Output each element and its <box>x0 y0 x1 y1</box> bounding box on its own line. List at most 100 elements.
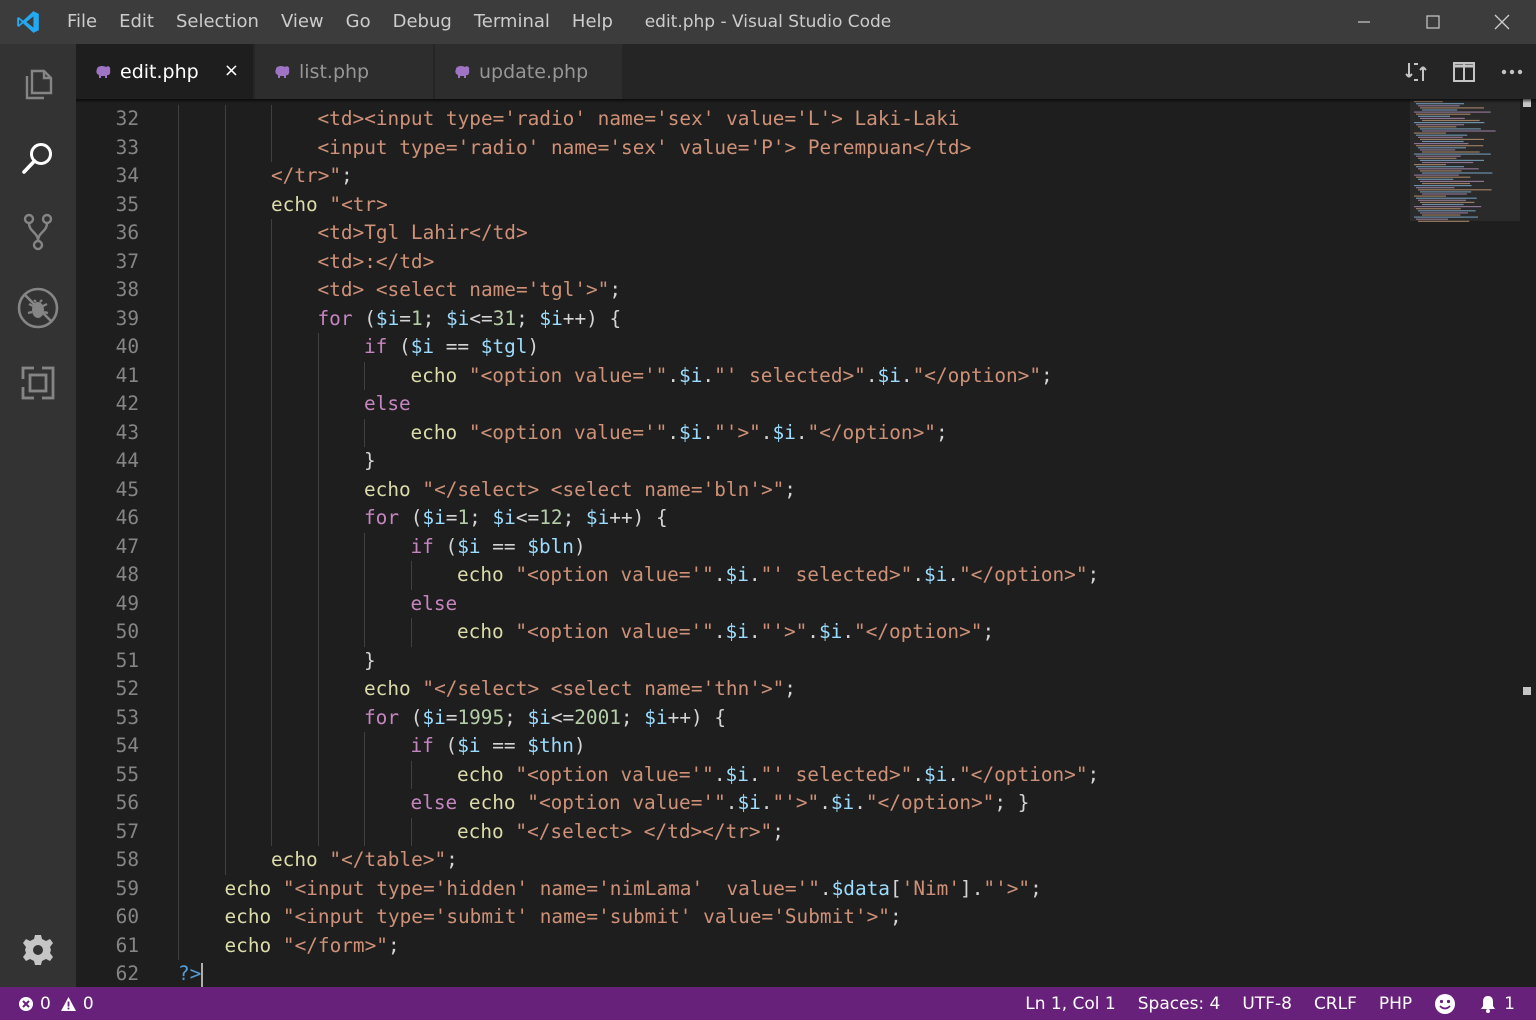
tab-edit-php[interactable]: edit.php × <box>76 44 254 99</box>
window-controls <box>1329 0 1536 44</box>
line-number: 36 <box>115 221 139 244</box>
editor-scrollbar[interactable] <box>1522 99 1536 987</box>
notifications-button[interactable]: 1 <box>1467 987 1526 1020</box>
minimap-line <box>1420 117 1465 119</box>
code-line[interactable]: 35 echo "<tr> <box>76 190 1396 219</box>
menu-selection[interactable]: Selection <box>165 0 270 44</box>
code-token: ; <box>620 705 645 729</box>
code-line[interactable]: 37 <td>:</td> <box>76 247 1396 276</box>
indent-guide <box>271 333 272 362</box>
more-actions-button[interactable] <box>1488 44 1536 99</box>
tab-list-php[interactable]: list.php <box>255 44 434 99</box>
code-line[interactable]: 34 </tr>"; <box>76 162 1396 191</box>
feedback-button[interactable] <box>1423 987 1467 1020</box>
code-line[interactable]: 46 for ($i=1; $i<=12; $i++) { <box>76 504 1396 533</box>
maximize-button[interactable] <box>1398 0 1467 44</box>
minimap[interactable] <box>1410 99 1520 229</box>
code-token: . <box>667 420 680 444</box>
code-line[interactable]: 62 ?> <box>76 960 1396 987</box>
code-token: . <box>854 791 866 814</box>
minimap-line <box>1416 218 1448 220</box>
php-file-icon <box>94 65 112 79</box>
code-text: ?> <box>178 960 204 987</box>
menu-edit[interactable]: Edit <box>108 0 165 44</box>
menu-file[interactable]: File <box>56 0 108 44</box>
minimap-line <box>1420 107 1484 109</box>
code-line[interactable]: 51} <box>76 646 1396 675</box>
code-token: "<option value='" <box>515 563 714 586</box>
indent-guide <box>224 190 226 219</box>
code-line[interactable]: 47 if ($i == $bln) <box>76 532 1396 561</box>
code-line[interactable]: 56 else echo "<option value='".$i."'>".$i… <box>76 789 1396 818</box>
tab-close-button[interactable]: × <box>224 60 239 81</box>
code-line[interactable]: 38 <td> <select name='tgl'>"; <box>76 276 1396 305</box>
minimap-line <box>1420 191 1472 193</box>
code-line[interactable]: 33 <input type='radio' name='sex' value='… <box>76 133 1396 162</box>
eol-status[interactable]: CRLF <box>1303 987 1368 1020</box>
code-line[interactable]: 45 echo "</select> <select name='bln'>"; <box>76 475 1396 504</box>
indent-guide <box>364 532 365 561</box>
split-editor-button[interactable] <box>1440 44 1488 99</box>
code-line[interactable]: 44} <box>76 447 1396 476</box>
menu-help[interactable]: Help <box>561 0 624 44</box>
explorer-button[interactable] <box>0 48 76 120</box>
indent-guide <box>317 504 319 533</box>
code-token: $i <box>539 306 563 330</box>
code-line[interactable]: 43 echo "<option value='".$i."'>".$i."</o… <box>76 418 1396 447</box>
code-line[interactable]: 58 echo "</table>"; <box>76 846 1396 875</box>
cursor-position[interactable]: Ln 1, Col 1 <box>1014 987 1127 1020</box>
code-line[interactable]: 52 echo "</select> <select name='thn'>"; <box>76 675 1396 704</box>
language-mode[interactable]: PHP <box>1368 987 1423 1020</box>
encoding-status[interactable]: UTF-8 <box>1231 987 1303 1020</box>
code-line[interactable]: 49 else <box>76 589 1396 618</box>
text-cursor <box>201 962 204 987</box>
indent-guide <box>410 561 412 590</box>
problems-status[interactable]: 0 0 <box>0 987 105 1020</box>
code-editor[interactable]: 32 <td><input type='radio' name='sex' val… <box>76 99 1536 987</box>
indent-guide <box>224 333 226 362</box>
code-line[interactable]: 61 echo "</form>"; <box>76 931 1396 960</box>
open-changes-button[interactable] <box>1392 44 1440 99</box>
code-line[interactable]: 40 if ($i == $tgl) <box>76 333 1396 362</box>
tab-update-php[interactable]: update.php <box>435 44 623 99</box>
line-number: 56 <box>115 791 139 814</box>
code-line[interactable]: 54 if ($i == $thn) <box>76 732 1396 761</box>
code-line[interactable]: 53 for ($i=1995; $i<=2001; $i++) { <box>76 703 1396 732</box>
code-line[interactable]: 57 echo "</select> </td></tr>"; <box>76 817 1396 847</box>
code-line[interactable]: 50 echo "<option value='".$i."'>".$i."</o… <box>76 618 1396 647</box>
code-line[interactable]: 55 echo "<option value='".$i."' selected>… <box>76 760 1396 789</box>
code-token: ; <box>935 420 948 444</box>
minimize-button[interactable] <box>1329 0 1398 44</box>
code-line[interactable]: 48 echo "<option value='".$i."' selected>… <box>76 561 1396 590</box>
error-count: 0 <box>40 993 51 1014</box>
code-line[interactable]: 41 echo "<option value='".$i."' selected>… <box>76 361 1396 390</box>
code-line[interactable]: 59 echo "<input type='hidden' name='nimLa… <box>76 874 1396 903</box>
indent-guide <box>317 333 319 362</box>
indent-guide <box>317 390 319 419</box>
code-text: echo "</select> </td></tr>"; <box>457 818 784 847</box>
menu-terminal[interactable]: Terminal <box>463 0 561 44</box>
code-line[interactable]: 32 <td><input type='radio' name='sex' val… <box>76 105 1396 134</box>
code-text: } <box>364 447 376 476</box>
code-line[interactable]: 60 echo "<input type='submit' name='submi… <box>76 903 1396 932</box>
menu-view[interactable]: View <box>270 0 335 44</box>
menu-go[interactable]: Go <box>335 0 382 44</box>
line-number: 55 <box>115 762 139 786</box>
extensions-button[interactable] <box>0 347 76 419</box>
code-line[interactable]: 42 else <box>76 390 1396 419</box>
manage-button[interactable] <box>0 914 76 986</box>
indentation-status[interactable]: Spaces: 4 <box>1127 987 1232 1020</box>
source-control-button[interactable] <box>0 196 76 268</box>
debug-button[interactable] <box>0 272 76 344</box>
indent-guide <box>224 561 226 590</box>
code-line[interactable]: 36 <td>Tgl Lahir</td> <box>76 219 1396 248</box>
close-window-button[interactable] <box>1467 0 1536 44</box>
code-token: $i <box>679 363 703 387</box>
search-button[interactable] <box>0 122 76 194</box>
code-line[interactable]: 39 for ($i=1; $i<=31; $i++) { <box>76 304 1396 333</box>
code-token: [ <box>889 876 902 900</box>
code-token: <= <box>550 705 575 729</box>
menu-debug[interactable]: Debug <box>382 0 463 44</box>
